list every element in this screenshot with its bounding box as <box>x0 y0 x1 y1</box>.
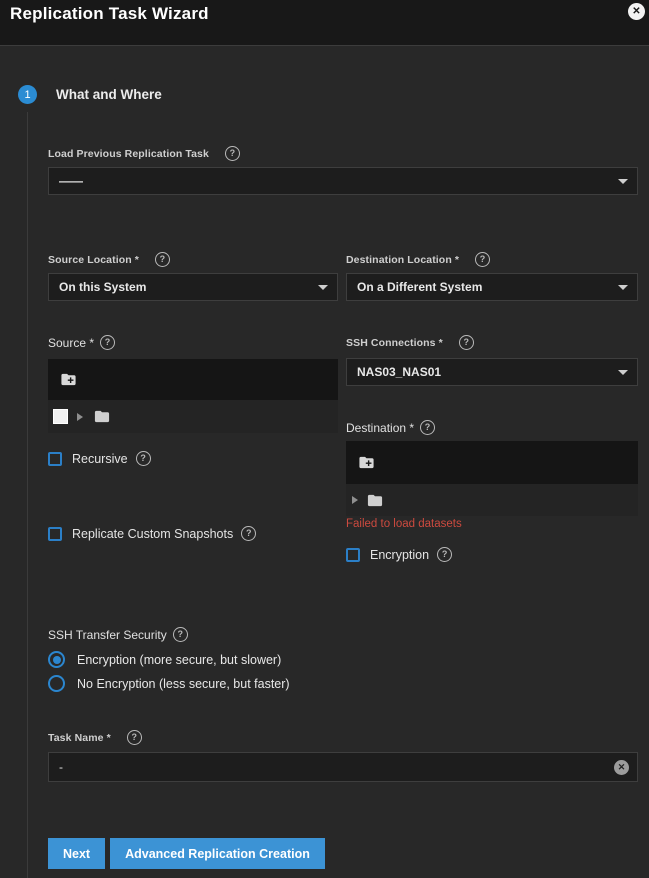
help-icon[interactable] <box>136 451 151 466</box>
ssh-connections-value: NAS03_NAS01 <box>357 365 441 379</box>
source-tree-toolbar <box>48 359 338 400</box>
replicate-custom-snapshots-checkbox-row[interactable]: Replicate Custom Snapshots <box>48 526 256 541</box>
recursive-checkbox-label: Recursive <box>72 451 151 466</box>
radio-no-encryption-row[interactable]: No Encryption (less secure, but faster) <box>48 675 290 692</box>
load-previous-select[interactable]: —— <box>48 167 638 195</box>
load-previous-label: Load Previous Replication Task <box>48 146 240 161</box>
folder-plus-icon[interactable] <box>356 454 377 471</box>
help-icon[interactable] <box>459 335 474 350</box>
help-icon[interactable] <box>225 146 240 161</box>
folder-icon <box>365 492 385 509</box>
stepper-vertical-line <box>27 112 28 878</box>
tree-checkbox[interactable] <box>53 409 68 424</box>
encryption-checkbox-row[interactable]: Encryption <box>346 547 452 562</box>
replicate-custom-snapshots-label-text: Replicate Custom Snapshots <box>72 527 233 541</box>
radio-no-encryption[interactable] <box>48 675 65 692</box>
help-icon[interactable] <box>155 252 170 267</box>
destination-location-value: On a Different System <box>357 280 482 294</box>
next-button[interactable]: Next <box>48 838 105 869</box>
chevron-down-icon <box>318 285 328 290</box>
destination-location-select[interactable]: On a Different System <box>346 273 638 301</box>
destination-tree-toolbar <box>346 441 638 484</box>
load-previous-value: —— <box>59 174 83 188</box>
encryption-label-text: Encryption <box>370 548 429 562</box>
ssh-transfer-security-label-text: SSH Transfer Security <box>48 628 167 642</box>
source-label: Source * <box>48 335 115 350</box>
help-icon[interactable] <box>127 730 142 745</box>
source-label-text: Source * <box>48 336 94 350</box>
ssh-connections-label-text: SSH Connections * <box>346 337 443 349</box>
destination-location-label: Destination Location * <box>346 252 490 267</box>
ssh-transfer-security-label: SSH Transfer Security <box>48 627 188 642</box>
destination-location-label-text: Destination Location * <box>346 254 459 266</box>
close-icon[interactable]: ✕ <box>628 3 645 20</box>
help-icon[interactable] <box>100 335 115 350</box>
recursive-checkbox[interactable] <box>48 452 62 466</box>
task-name-label: Task Name * <box>48 730 142 745</box>
help-icon[interactable] <box>437 547 452 562</box>
ssh-connections-label: SSH Connections * <box>346 335 474 350</box>
radio-encryption-label: Encryption (more secure, but slower) <box>77 653 281 667</box>
task-name-label-text: Task Name * <box>48 732 111 744</box>
destination-tree-row[interactable] <box>346 484 638 516</box>
replicate-custom-snapshots-checkbox[interactable] <box>48 527 62 541</box>
dialog-title: Replication Task Wizard <box>10 4 209 24</box>
folder-plus-icon[interactable] <box>58 371 79 388</box>
task-name-field: ✕ <box>48 752 638 782</box>
recursive-label-text: Recursive <box>72 452 128 466</box>
recursive-checkbox-row[interactable]: Recursive <box>48 451 151 466</box>
radio-encryption[interactable] <box>48 651 65 668</box>
source-location-select[interactable]: On this System <box>48 273 338 301</box>
step-number-badge: 1 <box>18 85 37 104</box>
step-title: What and Where <box>56 87 162 102</box>
radio-encryption-row[interactable]: Encryption (more secure, but slower) <box>48 651 281 668</box>
source-tree-row[interactable] <box>48 400 338 433</box>
source-dataset-tree <box>48 359 338 433</box>
destination-dataset-tree <box>346 441 638 516</box>
replicate-custom-snapshots-checkbox-label: Replicate Custom Snapshots <box>72 526 256 541</box>
help-icon[interactable] <box>173 627 188 642</box>
destination-label-text: Destination * <box>346 421 414 435</box>
destination-label: Destination * <box>346 420 435 435</box>
expand-arrow-icon[interactable] <box>352 496 358 504</box>
source-location-label: Source Location * <box>48 252 170 267</box>
task-name-input[interactable] <box>49 760 614 774</box>
advanced-replication-creation-button[interactable]: Advanced Replication Creation <box>110 838 325 869</box>
destination-error-message: Failed to load datasets <box>346 518 462 530</box>
chevron-down-icon <box>618 179 628 184</box>
help-icon[interactable] <box>420 420 435 435</box>
help-icon[interactable] <box>475 252 490 267</box>
ssh-connections-select[interactable]: NAS03_NAS01 <box>346 358 638 386</box>
chevron-down-icon <box>618 370 628 375</box>
chevron-down-icon <box>618 285 628 290</box>
dialog-header: Replication Task Wizard ✕ <box>0 0 649 46</box>
source-location-value: On this System <box>59 280 146 294</box>
replication-task-wizard-dialog: Replication Task Wizard ✕ 1 What and Whe… <box>0 0 649 878</box>
load-previous-label-text: Load Previous Replication Task <box>48 148 209 160</box>
source-location-label-text: Source Location * <box>48 254 139 266</box>
clear-icon[interactable]: ✕ <box>614 760 629 775</box>
encryption-checkbox[interactable] <box>346 548 360 562</box>
encryption-checkbox-label: Encryption <box>370 547 452 562</box>
dialog-actions: Next Advanced Replication Creation <box>48 838 325 869</box>
radio-no-encryption-label: No Encryption (less secure, but faster) <box>77 677 290 691</box>
help-icon[interactable] <box>241 526 256 541</box>
expand-arrow-icon[interactable] <box>77 413 83 421</box>
folder-icon <box>92 408 112 425</box>
